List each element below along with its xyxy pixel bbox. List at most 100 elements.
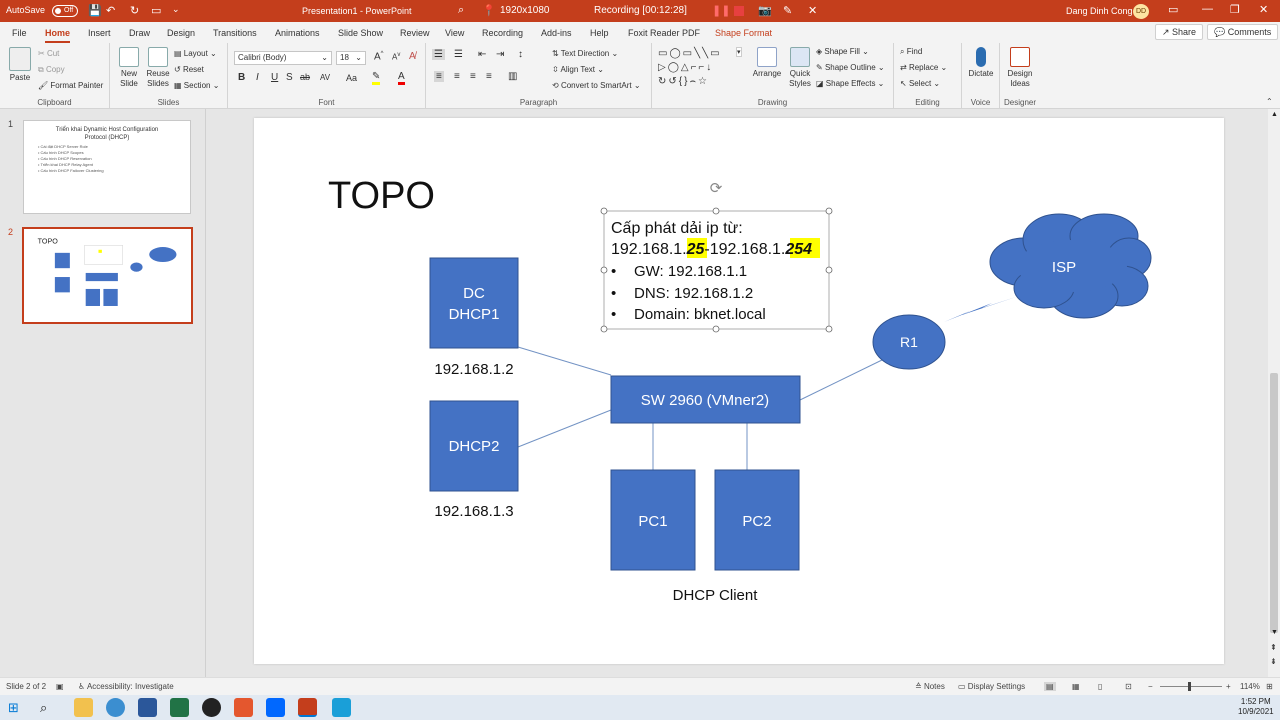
resize-handle[interactable] [825,207,833,215]
reset-button[interactable]: ↺ Reset [174,65,204,74]
customize-toolbar-icon[interactable]: ⌄ [172,4,180,15]
rotate-handle-icon[interactable]: ⟳ [710,180,723,197]
tab-home[interactable]: Home [45,28,71,43]
undo-icon[interactable]: ↶ [106,4,115,17]
scroll-up-icon[interactable]: ▲ [1271,111,1278,118]
pin-icon[interactable]: 📍 [482,4,496,17]
italic-button[interactable]: I [256,72,259,83]
accessibility-status[interactable]: ♿ Accessibility: Investigate [78,682,174,691]
highlight-icon[interactable]: ✎ [372,71,381,85]
notes-button[interactable]: ≙ Notes [915,682,945,691]
chrome-icon[interactable] [106,698,125,717]
camera-icon[interactable]: 📷 [758,4,772,17]
tab-view[interactable]: View [445,28,464,38]
slideshow-view-icon[interactable]: ⊡ [1125,682,1132,691]
previous-slide-icon[interactable]: ⇞ [1270,643,1277,652]
quick-styles-button[interactable]: Quick Styles [786,47,814,89]
text-shadow-button[interactable]: S [286,72,293,83]
resize-handle[interactable] [600,207,608,215]
ribbon-display-icon[interactable]: ▭ [1168,3,1178,16]
dhcp2-node[interactable]: DHCP2 [429,400,519,492]
pause-icon[interactable]: ❚❚ [712,4,730,17]
scroll-down-icon[interactable]: ▼ [1271,629,1278,636]
layout-button[interactable]: ▤ Layout ⌄ [174,49,217,58]
cut-button[interactable]: ✂ Cut [38,49,59,58]
align-right-icon[interactable]: ≡ [470,71,476,82]
file-explorer-icon[interactable] [74,698,93,717]
display-settings-button[interactable]: ▭ Display Settings [958,682,1025,691]
underline-button[interactable]: U [271,72,278,83]
character-spacing-button[interactable]: AV [320,73,330,82]
tab-add-ins[interactable]: Add-ins [541,28,572,38]
tab-shape-format[interactable]: Shape Format [715,28,772,38]
align-text-button[interactable]: ⇳ Align Text ⌄ [552,65,604,74]
avatar[interactable]: DD [1133,4,1149,19]
zoom-out-icon[interactable]: − [1148,682,1153,691]
increase-font-icon[interactable]: A^ [374,51,384,62]
collapse-ribbon-icon[interactable]: ⌃ [1266,97,1273,106]
font-name-select[interactable]: Calibri (Body) ⌄ [234,51,332,65]
resize-handle[interactable] [712,325,720,333]
next-slide-icon[interactable]: ⇟ [1270,657,1277,666]
select-button[interactable]: ↖ Select ⌄ [900,79,940,88]
zalo-icon[interactable] [266,698,285,717]
tab-transitions[interactable]: Transitions [213,28,257,38]
copy-button[interactable]: ⧉ Copy [38,65,65,75]
system-clock[interactable]: 1:52 PM 10/9/2021 [1238,697,1274,717]
columns-icon[interactable]: ▥ [508,71,517,82]
search-icon[interactable]: ⌕ [40,698,59,717]
zoom-in-icon[interactable]: + [1226,682,1231,691]
pc2-node[interactable]: PC2 [714,469,800,571]
fit-to-window-icon[interactable]: ⊞ [1266,682,1273,691]
tab-file[interactable]: File [12,28,27,38]
format-painter-button[interactable]: 🖌 Format Painter [38,81,103,90]
slide-sorter-icon[interactable]: ▦ [1072,682,1080,691]
align-center-icon[interactable]: ≡ [454,71,460,82]
windows-start-icon[interactable]: ⊞ [8,698,27,717]
decrease-indent-icon[interactable]: ⇤ [478,49,486,60]
tab-animations[interactable]: Animations [275,28,320,38]
align-left-icon[interactable]: ≡ [434,71,444,82]
dc-dhcp1-node[interactable]: DC DHCP1 [429,257,519,349]
zoom-level[interactable]: 114% [1240,682,1260,691]
resize-handle[interactable] [600,325,608,333]
normal-view-icon[interactable]: ▤ [1044,682,1056,691]
autosave-toggle[interactable]: Off [52,5,78,17]
reuse-slides-button[interactable]: Reuse Slides [144,47,172,89]
present-icon[interactable]: ▭ [151,4,161,17]
resize-handle[interactable] [600,266,608,274]
decrease-font-icon[interactable]: Av [392,52,400,62]
font-color-button[interactable]: A [398,71,405,85]
slide-thumbnail-2[interactable]: TOPO [22,227,193,324]
zoom-slider[interactable] [1160,686,1222,687]
spelling-icon[interactable]: ▣ [56,682,64,691]
isp-node[interactable]: ISP [989,213,1152,319]
tab-recording[interactable]: Recording [482,28,523,38]
virtualbox-icon[interactable] [332,698,351,717]
close-icon[interactable]: ✕ [1259,3,1268,16]
foxit-icon[interactable] [234,698,253,717]
line-spacing-icon[interactable]: ↕ [518,49,523,60]
arrange-button[interactable]: Arrange [750,47,784,79]
shape-fill-button[interactable]: ◈ Shape Fill ⌄ [816,47,869,56]
scrollbar-thumb[interactable] [1270,373,1278,633]
tab-draw[interactable]: Draw [129,28,150,38]
design-ideas-button[interactable]: Design Ideas [1002,47,1038,89]
justify-icon[interactable]: ≡ [486,71,492,82]
save-icon[interactable]: 💾 [88,4,102,17]
tab-design[interactable]: Design [167,28,195,38]
restore-icon[interactable]: ❐ [1230,3,1240,16]
obs-icon[interactable] [202,698,221,717]
numbering-icon[interactable]: ☰ [454,49,463,60]
redo-icon[interactable]: ↻ [130,4,139,17]
share-button[interactable]: ↗ Share [1155,24,1204,40]
zoom-slider-thumb[interactable] [1188,682,1191,691]
replace-button[interactable]: ⇄ Replace ⌄ [900,63,947,72]
dictate-button[interactable]: Dictate [964,47,998,79]
shape-outline-button[interactable]: ✎ Shape Outline ⌄ [816,63,885,72]
shapes-gallery[interactable]: ▭◯▭╲╲▭ ▷◯△⌐⌐↓ ↻↺{}⌢☆ [658,47,748,91]
new-slide-button[interactable]: New Slide [116,47,142,89]
tab-foxit-reader-pdf[interactable]: Foxit Reader PDF [628,28,700,38]
shapes-more-icon[interactable]: ▾ [736,47,742,57]
word-icon[interactable] [138,698,157,717]
